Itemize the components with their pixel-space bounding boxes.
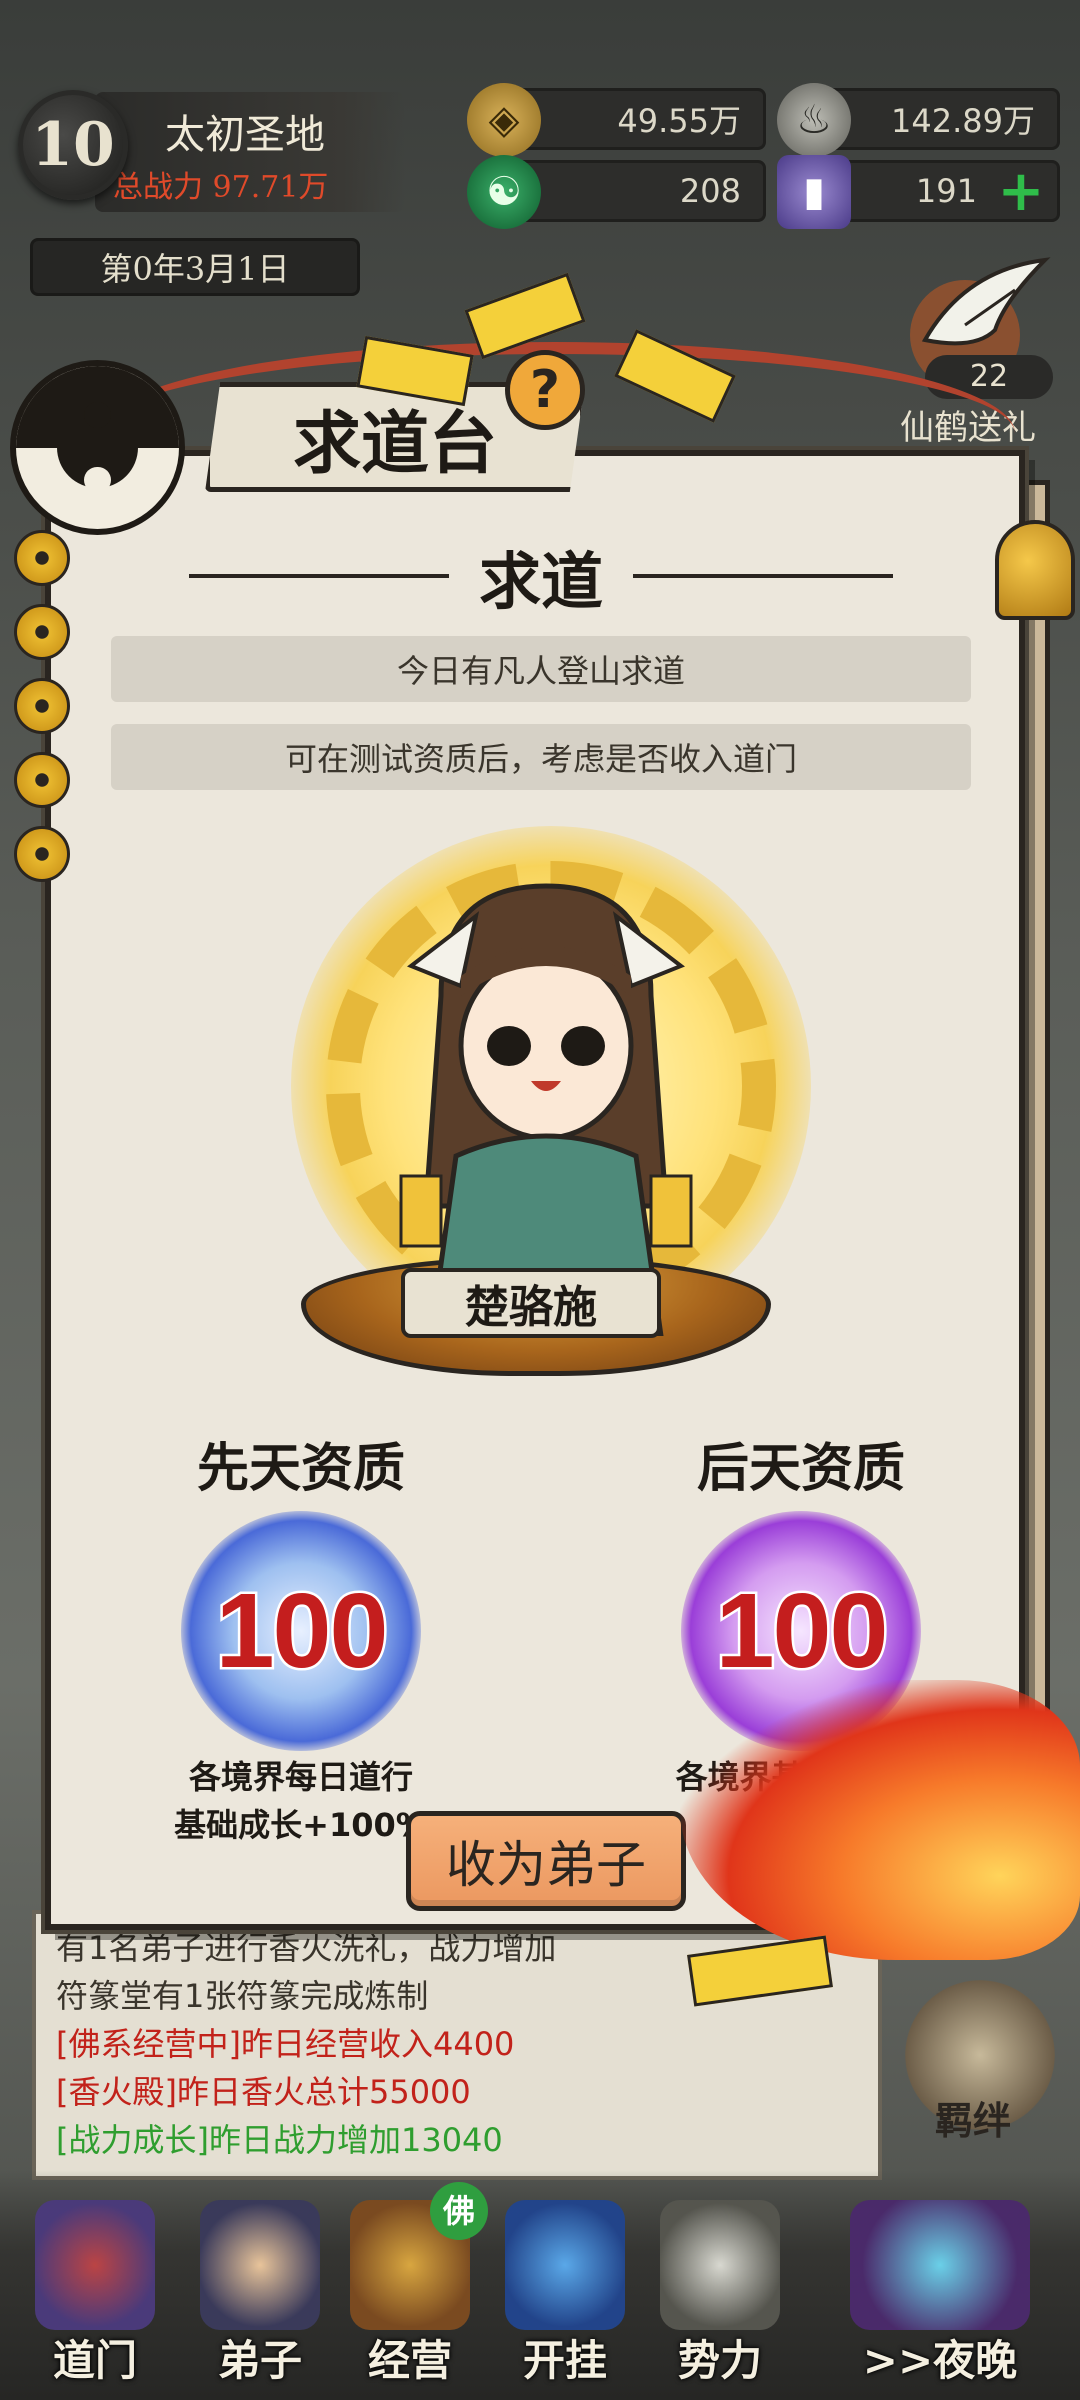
bottom-nav: 道门 弟子 佛 经营 开挂 势力 >>夜晚	[0, 2170, 1080, 2400]
nav-label: 经营	[367, 2336, 452, 2385]
innate-desc-line: 各境界每日道行	[188, 1758, 413, 1796]
info-bar: 今日有凡人登山求道	[111, 636, 971, 702]
info-bar: 可在测试资质后，考虑是否收入道门	[111, 724, 971, 790]
daomen-icon	[35, 2200, 155, 2330]
innate-label: 先天资质	[196, 1438, 405, 1499]
accept-disciple-button[interactable]: 收为弟子	[406, 1811, 686, 1911]
incense-value: 142.89万	[891, 102, 1035, 140]
scroll-icon: ▮	[777, 155, 851, 229]
nav-label: 弟子	[217, 2336, 302, 2385]
innate-aptitude: 先天资质 100 各境界每日道行 基础成长+100%	[111, 1426, 491, 1849]
incense-icon: ♨	[777, 83, 851, 157]
power-label: 总战力	[113, 170, 203, 205]
bond-label[interactable]: 羁绊	[935, 2090, 1011, 2145]
sect-name: 太初圣地	[165, 112, 325, 158]
taiji-swirl-icon	[505, 2200, 625, 2330]
nav-disciples[interactable]: 弟子	[190, 2200, 330, 2400]
nav-cheat[interactable]: 开挂	[495, 2200, 635, 2400]
nav-night[interactable]: >>夜晚	[820, 2200, 1060, 2400]
nav-label: 道门	[52, 2336, 137, 2385]
disciple-icon	[200, 2200, 320, 2330]
coin-string-decoration	[14, 530, 70, 930]
log-line: [战力成长]昨日战力增加13040	[56, 2121, 503, 2159]
modal-header: 求道台 ?	[0, 330, 1050, 535]
scroll-value: 191	[915, 172, 977, 210]
taiji-icon	[10, 360, 185, 535]
coin-counter[interactable]: ◈ 49.55万	[467, 83, 766, 157]
scroll-counter[interactable]: ▮ 191 +	[777, 155, 1060, 229]
jade-counter[interactable]: ☯ 208	[467, 155, 766, 229]
log-line: [香火殿]昨日香火总计55000	[56, 2073, 471, 2111]
add-scroll-button[interactable]: +	[995, 164, 1047, 220]
coin-icon: ◈	[467, 83, 541, 157]
sect-panel[interactable]: 太初圣地 总战力 97.71万	[95, 92, 405, 212]
innate-value: 100	[181, 1511, 421, 1751]
level-badge[interactable]: 10	[18, 90, 128, 200]
section-title: 求道	[478, 545, 603, 618]
divider	[188, 574, 449, 578]
coin-value: 49.55万	[617, 102, 741, 140]
incense-counter[interactable]: ♨ 142.89万	[777, 83, 1060, 157]
total-power: 总战力 97.71万	[113, 162, 328, 206]
nav-label: >>夜晚	[862, 2336, 1018, 2385]
divider	[633, 574, 893, 578]
acquired-label: 后天资质	[696, 1438, 905, 1499]
nav-label: 势力	[677, 2336, 762, 2385]
candidate-name: 楚骆施	[401, 1268, 661, 1338]
jade-value: 208	[679, 172, 741, 210]
candidate-portrait[interactable]	[381, 876, 711, 1336]
jade-icon: ☯	[467, 155, 541, 229]
nav-label: 开挂	[522, 2336, 607, 2385]
night-demon-icon	[850, 2200, 1030, 2330]
stele-icon	[660, 2200, 780, 2330]
log-line: [佛系经营中]昨日经营收入4400	[56, 2025, 515, 2063]
section-header: 求道	[51, 536, 1031, 618]
buddha-badge: 佛	[430, 2182, 488, 2240]
nav-faction[interactable]: 势力	[650, 2200, 790, 2400]
nav-manage[interactable]: 佛 经营	[340, 2182, 488, 2400]
help-icon[interactable]: ?	[505, 350, 585, 430]
date-bar: 第0年3月1日	[30, 238, 360, 296]
nav-daomen[interactable]: 道门	[25, 2200, 165, 2400]
power-value: 97.71万	[212, 170, 329, 205]
bell-icon	[995, 520, 1075, 620]
